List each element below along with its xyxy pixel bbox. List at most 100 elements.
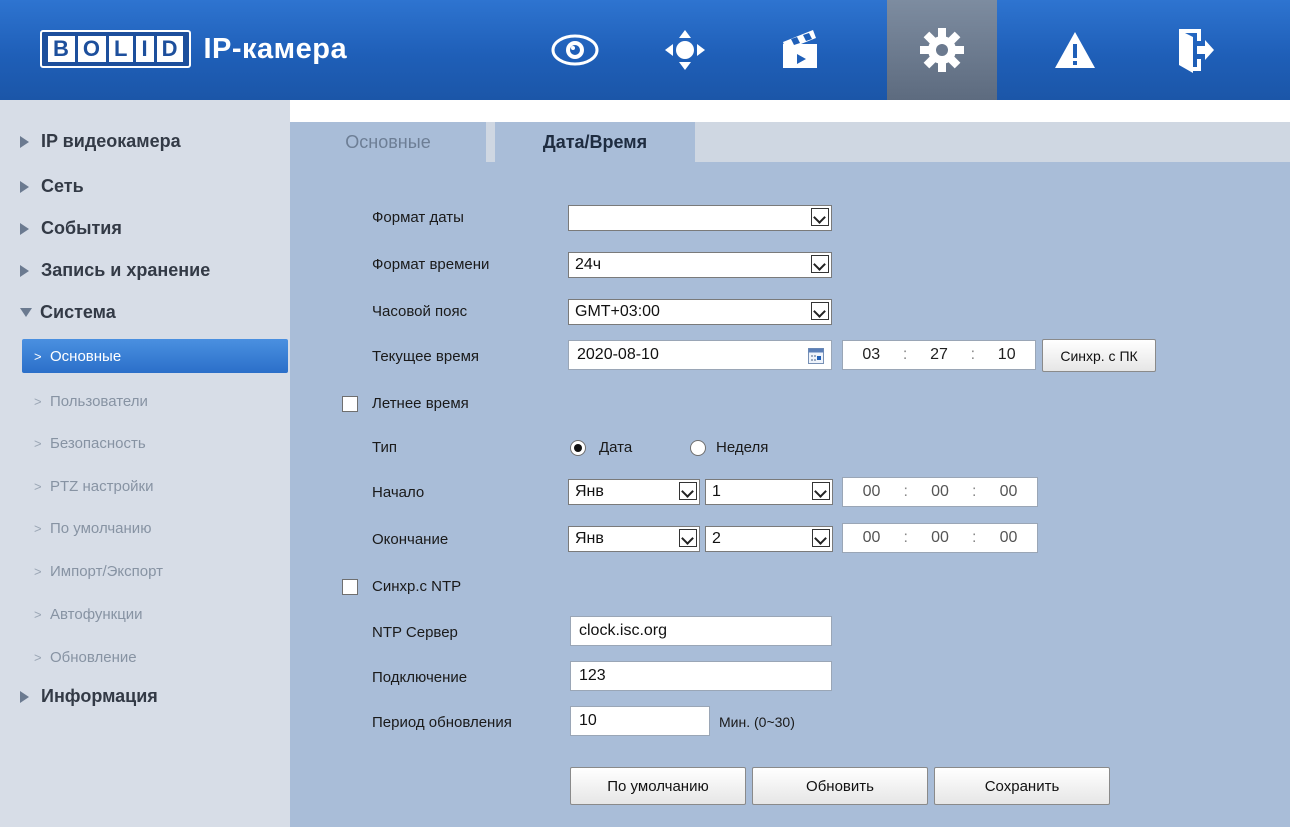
ntp-checkbox[interactable]: [342, 579, 358, 595]
chevron-right-icon: >: [34, 478, 42, 494]
hour-field[interactable]: 03: [862, 346, 880, 364]
default-button[interactable]: По умолчанию: [570, 767, 746, 805]
sidebar-group-label: Система: [40, 302, 116, 322]
sync-pc-button[interactable]: Синхр. с ПК: [1042, 339, 1156, 372]
sidebar-group-storage[interactable]: Запись и хранение: [20, 260, 210, 281]
sidebar-item-default[interactable]: > По умолчанию: [22, 511, 288, 545]
end-day-value: 2: [712, 530, 721, 547]
ntp-server-label: NTP Сервер: [372, 624, 458, 641]
nav-playback[interactable]: [745, 0, 855, 100]
triangle-down-icon: [20, 308, 32, 317]
end-label: Окончание: [372, 531, 449, 548]
time-separator: :: [903, 529, 908, 546]
end-month-value: Янв: [575, 530, 604, 547]
current-date-input[interactable]: 2020-08-10: [568, 340, 832, 370]
start-time-input[interactable]: 00: 00: 00: [842, 477, 1038, 507]
chevron-right-icon: >: [34, 435, 42, 451]
start-month-select[interactable]: Янв: [568, 479, 700, 505]
end-month-select[interactable]: Янв: [568, 526, 700, 552]
sidebar-item-update[interactable]: > Обновление: [22, 640, 288, 674]
second-field[interactable]: 00: [1000, 483, 1018, 501]
sidebar-group-network[interactable]: Сеть: [20, 176, 84, 197]
type-date-radio[interactable]: [570, 440, 586, 456]
refresh-button[interactable]: Обновить: [752, 767, 928, 805]
period-input[interactable]: 10: [570, 706, 710, 736]
sidebar-item-ptz[interactable]: > PTZ настройки: [22, 469, 288, 503]
sidebar-item-users[interactable]: > Пользователи: [22, 384, 288, 418]
time-separator: :: [972, 483, 977, 500]
date-format-select[interactable]: [568, 205, 832, 231]
sidebar-item-import-export[interactable]: > Импорт/Экспорт: [22, 554, 288, 588]
time-format-label: Формат времени: [372, 256, 490, 273]
sidebar-group-system[interactable]: Система: [20, 302, 116, 323]
sidebar-item-label: Автофункции: [50, 605, 143, 623]
nav-live-view[interactable]: [520, 0, 630, 100]
sidebar-item-label: Пользователи: [50, 392, 148, 410]
nav-logout[interactable]: [1140, 0, 1250, 100]
current-time-input[interactable]: 03: 27: 10: [842, 340, 1036, 370]
period-value: 10: [579, 712, 597, 729]
hour-field[interactable]: 00: [863, 529, 881, 547]
tab-datetime[interactable]: Дата/Время: [495, 122, 695, 162]
timezone-select[interactable]: GMT+03:00: [568, 299, 832, 325]
sidebar-group-label: Сеть: [41, 176, 84, 196]
triangle-right-icon: [20, 690, 29, 703]
port-input[interactable]: 123: [570, 661, 832, 691]
sidebar-group-label: Информация: [41, 686, 158, 706]
time-separator: :: [970, 346, 976, 363]
time-format-select[interactable]: 24ч: [568, 252, 832, 278]
second-field[interactable]: 00: [1000, 529, 1018, 547]
start-label: Начало: [372, 484, 425, 501]
logout-icon: [1179, 29, 1214, 73]
hour-field[interactable]: 00: [863, 483, 881, 501]
sidebar-item-auto[interactable]: > Автофункции: [22, 597, 288, 631]
logo-letter: B: [48, 36, 75, 62]
sidebar-group-events[interactable]: События: [20, 218, 122, 239]
time-separator: :: [972, 529, 977, 546]
dst-checkbox[interactable]: [342, 396, 358, 412]
chevron-down-icon: [811, 255, 829, 273]
minute-field[interactable]: 27: [930, 346, 948, 364]
start-day-select[interactable]: 1: [705, 479, 833, 505]
calendar-icon[interactable]: [808, 348, 824, 364]
gear-icon: [920, 28, 964, 72]
chevron-down-icon: [679, 529, 697, 547]
type-label: Тип: [372, 439, 398, 456]
end-time-input[interactable]: 00: 00: 00: [842, 523, 1038, 553]
sidebar-item-general[interactable]: > Основные: [22, 339, 288, 373]
type-week-radio[interactable]: [690, 440, 706, 456]
ntp-server-input[interactable]: clock.isc.org: [570, 616, 832, 646]
sidebar-group-ip-camera[interactable]: IP видеокамера: [20, 131, 181, 152]
sidebar-group-info[interactable]: Информация: [20, 686, 158, 707]
chevron-down-icon: [811, 302, 829, 320]
save-button[interactable]: Сохранить: [934, 767, 1110, 805]
nav-settings[interactable]: [887, 0, 997, 100]
type-week-label: Неделя: [716, 439, 769, 456]
minute-field[interactable]: 00: [931, 529, 949, 547]
sidebar-item-label: Основные: [50, 347, 122, 365]
nav-ptz[interactable]: [630, 0, 740, 100]
chevron-right-icon: >: [34, 563, 42, 579]
triangle-right-icon: [20, 222, 29, 235]
sidebar: [0, 100, 290, 827]
current-time-label: Текущее время: [372, 348, 480, 365]
time-format-value: 24ч: [575, 256, 602, 273]
time-separator: :: [902, 346, 908, 363]
ntp-server-value: clock.isc.org: [579, 622, 668, 639]
second-field[interactable]: 10: [998, 346, 1016, 364]
timezone-label: Часовой пояс: [372, 303, 468, 320]
clapperboard-icon: [783, 30, 817, 68]
nav-alarm[interactable]: [1020, 0, 1130, 100]
bolid-logo-mark: B O L I D: [40, 30, 192, 68]
chevron-right-icon: >: [34, 520, 42, 536]
port-label: Подключение: [372, 669, 468, 686]
logo-letter: L: [109, 36, 134, 62]
chevron-down-icon: [811, 208, 829, 226]
period-label: Период обновления: [372, 714, 512, 731]
chevron-down-icon: [812, 482, 830, 500]
end-day-select[interactable]: 2: [705, 526, 833, 552]
minute-field[interactable]: 00: [931, 483, 949, 501]
logo-letter: O: [77, 36, 107, 62]
sidebar-item-security[interactable]: > Безопасность: [22, 426, 288, 460]
tab-general[interactable]: Основные: [290, 122, 486, 162]
